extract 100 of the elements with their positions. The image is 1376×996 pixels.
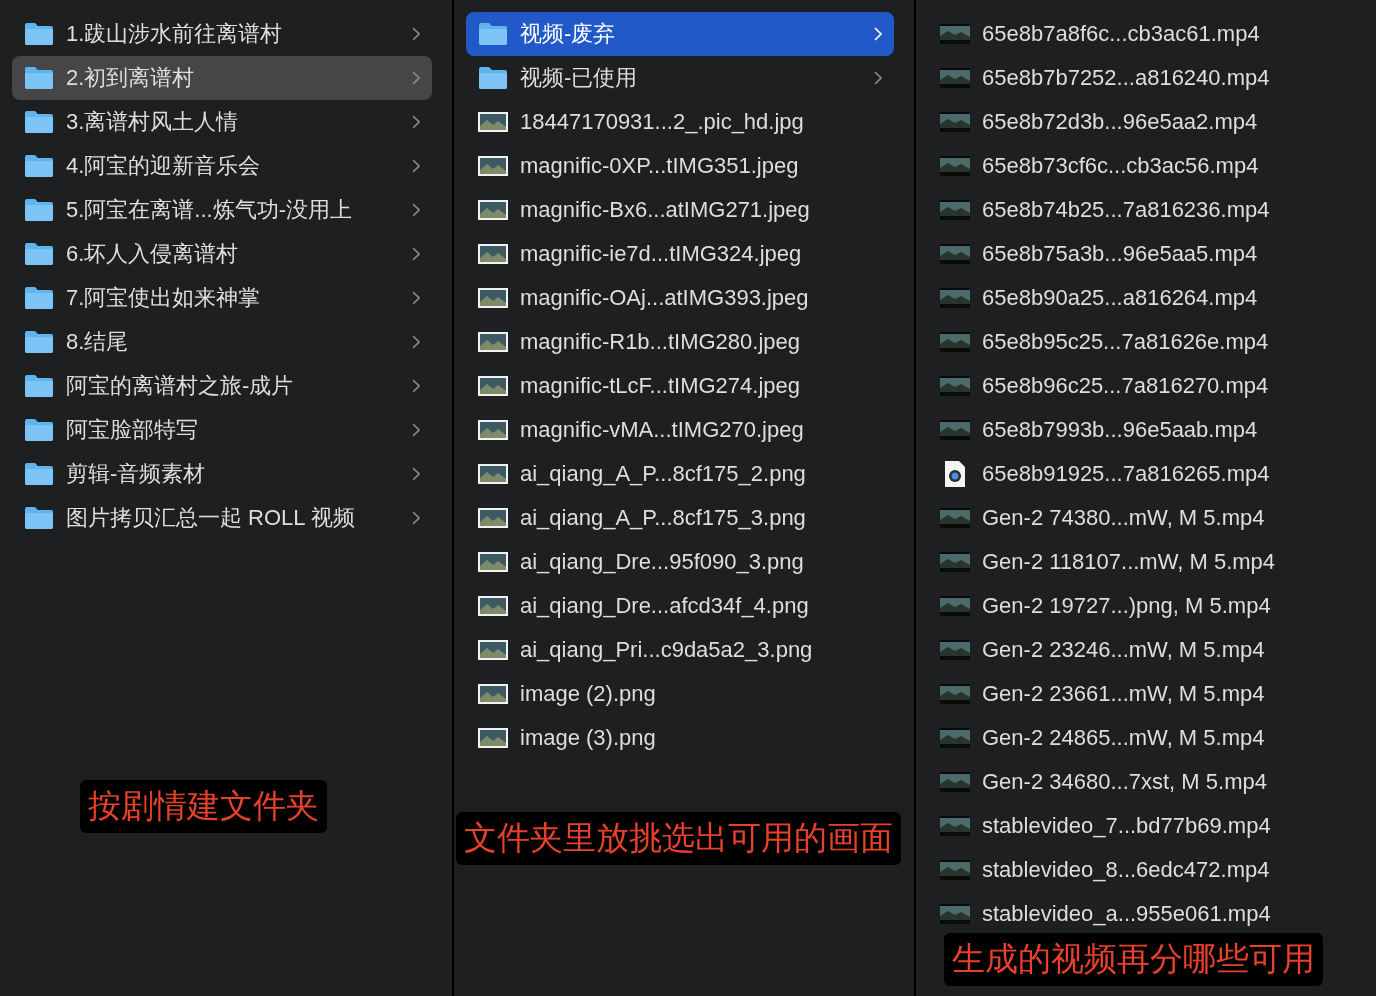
file-row[interactable]: 1.跋山涉水前往离谱村 <box>12 12 432 56</box>
video-thumbnail <box>940 376 970 396</box>
file-row[interactable]: magnific-OAj...atIMG393.jpeg <box>466 276 894 320</box>
file-row[interactable]: Gen-2 34680...7xst, M 5.mp4 <box>928 760 1356 804</box>
image-thumbnail <box>478 332 508 352</box>
video-thumbnail <box>940 772 970 792</box>
file-row[interactable]: 65e8b72d3b...96e5aa2.mp4 <box>928 100 1356 144</box>
folder-icon <box>24 22 54 46</box>
video-thumbnail <box>940 420 970 440</box>
file-row[interactable]: 阿宝的离谱村之旅-成片 <box>12 364 432 408</box>
file-row[interactable]: ai_qiang_A_P...8cf175_2.png <box>466 452 894 496</box>
image-thumbnail <box>478 288 508 308</box>
annotation-caption: 按剧情建文件夹 <box>80 780 327 833</box>
file-row[interactable]: 65e8b7993b...96e5aab.mp4 <box>928 408 1356 452</box>
chevron-icon <box>412 203 420 217</box>
file-row[interactable]: Gen-2 74380...mW, M 5.mp4 <box>928 496 1356 540</box>
video-thumbnail <box>940 728 970 748</box>
image-thumbnail <box>478 684 508 704</box>
chevron-icon <box>412 71 420 85</box>
file-row[interactable]: image (2).png <box>466 672 894 716</box>
file-row[interactable]: 65e8b75a3b...96e5aa5.mp4 <box>928 232 1356 276</box>
file-row[interactable]: 65e8b90a25...a816264.mp4 <box>928 276 1356 320</box>
folder-icon <box>24 198 54 222</box>
file-row[interactable]: stablevideo_8...6edc472.mp4 <box>928 848 1356 892</box>
file-row[interactable]: 6.坏人入侵离谱村 <box>12 232 432 276</box>
chevron-icon <box>412 379 420 393</box>
image-thumbnail <box>478 112 508 132</box>
video-thumbnail <box>940 508 970 528</box>
file-row[interactable]: magnific-Bx6...atIMG271.jpeg <box>466 188 894 232</box>
folder-icon <box>24 66 54 90</box>
folder-icon <box>24 374 54 398</box>
file-row[interactable]: 65e8b96c25...7a816270.mp4 <box>928 364 1356 408</box>
file-row[interactable]: 5.阿宝在离谱...炼气功-没用上 <box>12 188 432 232</box>
folder-icon <box>24 154 54 178</box>
image-thumbnail <box>478 508 508 528</box>
video-thumbnail <box>940 244 970 264</box>
file-row[interactable]: 65e8b7b7252...a816240.mp4 <box>928 56 1356 100</box>
chevron-icon <box>412 291 420 305</box>
file-row[interactable]: magnific-R1b...tIMG280.jpeg <box>466 320 894 364</box>
chevron-icon <box>412 511 420 525</box>
video-thumbnail <box>940 684 970 704</box>
file-row[interactable]: 65e8b73cf6c...cb3ac56.mp4 <box>928 144 1356 188</box>
file-row[interactable]: 2.初到离谱村 <box>12 56 432 100</box>
file-row[interactable]: 18447170931...2_.pic_hd.jpg <box>466 100 894 144</box>
file-row[interactable]: Gen-2 23246...mW, M 5.mp4 <box>928 628 1356 672</box>
image-thumbnail <box>478 728 508 748</box>
file-row[interactable]: 4.阿宝的迎新音乐会 <box>12 144 432 188</box>
chevron-icon <box>874 71 882 85</box>
video-thumbnail <box>940 156 970 176</box>
annotation-caption: 生成的视频再分哪些可用 <box>944 933 1323 986</box>
chevron-icon <box>412 159 420 173</box>
file-row[interactable]: magnific-ie7d...tIMG324.jpeg <box>466 232 894 276</box>
chevron-icon <box>412 27 420 41</box>
annotation-caption: 文件夹里放挑选出可用的画面 <box>456 812 901 865</box>
file-row[interactable]: ai_qiang_Dre...95f090_3.png <box>466 540 894 584</box>
folder-icon <box>478 66 508 90</box>
file-row[interactable]: magnific-0XP...tIMG351.jpeg <box>466 144 894 188</box>
video-thumbnail <box>940 332 970 352</box>
file-row[interactable]: 图片拷贝汇总一起 ROLL 视频 <box>12 496 432 540</box>
video-thumbnail <box>940 816 970 836</box>
image-thumbnail <box>478 200 508 220</box>
folder-icon <box>24 462 54 486</box>
image-thumbnail <box>478 552 508 572</box>
file-row[interactable]: Gen-2 118107...mW, M 5.mp4 <box>928 540 1356 584</box>
folder-icon <box>24 330 54 354</box>
video-thumbnail <box>940 68 970 88</box>
file-row[interactable]: 65e8b95c25...7a81626e.mp4 <box>928 320 1356 364</box>
chevron-icon <box>874 27 882 41</box>
file-row[interactable]: image (3).png <box>466 716 894 760</box>
file-row[interactable]: 8.结尾 <box>12 320 432 364</box>
file-row[interactable]: 剪辑-音频素材 <box>12 452 432 496</box>
file-row[interactable]: 视频-已使用 <box>466 56 894 100</box>
file-row[interactable]: Gen-2 24865...mW, M 5.mp4 <box>928 716 1356 760</box>
image-thumbnail <box>478 420 508 440</box>
file-row[interactable]: 视频-废弃 <box>466 12 894 56</box>
file-row[interactable]: ai_qiang_A_P...8cf175_3.png <box>466 496 894 540</box>
video-thumbnail <box>940 112 970 132</box>
video-thumbnail <box>940 904 970 924</box>
file-row[interactable]: ai_qiang_Pri...c9da5a2_3.png <box>466 628 894 672</box>
image-thumbnail <box>478 596 508 616</box>
file-row[interactable]: magnific-tLcF...tIMG274.jpeg <box>466 364 894 408</box>
file-row[interactable]: 阿宝脸部特写 <box>12 408 432 452</box>
file-row[interactable]: 65e8b7a8f6c...cb3ac61.mp4 <box>928 12 1356 56</box>
file-row[interactable]: stablevideo_a...955e061.mp4 <box>928 892 1356 936</box>
video-thumbnail <box>940 288 970 308</box>
chevron-icon <box>412 335 420 349</box>
file-row[interactable]: ai_qiang_Dre...afcd34f_4.png <box>466 584 894 628</box>
video-thumbnail <box>940 24 970 44</box>
folder-icon <box>24 506 54 530</box>
file-row[interactable]: Gen-2 23661...mW, M 5.mp4 <box>928 672 1356 716</box>
file-row[interactable]: 7.阿宝使出如来神掌 <box>12 276 432 320</box>
video-thumbnail <box>940 596 970 616</box>
file-row[interactable]: stablevideo_7...bd77b69.mp4 <box>928 804 1356 848</box>
image-thumbnail <box>478 244 508 264</box>
file-row[interactable]: Gen-2 19727...)png, M 5.mp4 <box>928 584 1356 628</box>
file-row[interactable]: 65e8b91925...7a816265.mp4 <box>928 452 1356 496</box>
file-row[interactable]: magnific-vMA...tIMG270.jpeg <box>466 408 894 452</box>
file-row[interactable]: 65e8b74b25...7a816236.mp4 <box>928 188 1356 232</box>
video-thumbnail <box>940 552 970 572</box>
file-row[interactable]: 3.离谱村风土人情 <box>12 100 432 144</box>
